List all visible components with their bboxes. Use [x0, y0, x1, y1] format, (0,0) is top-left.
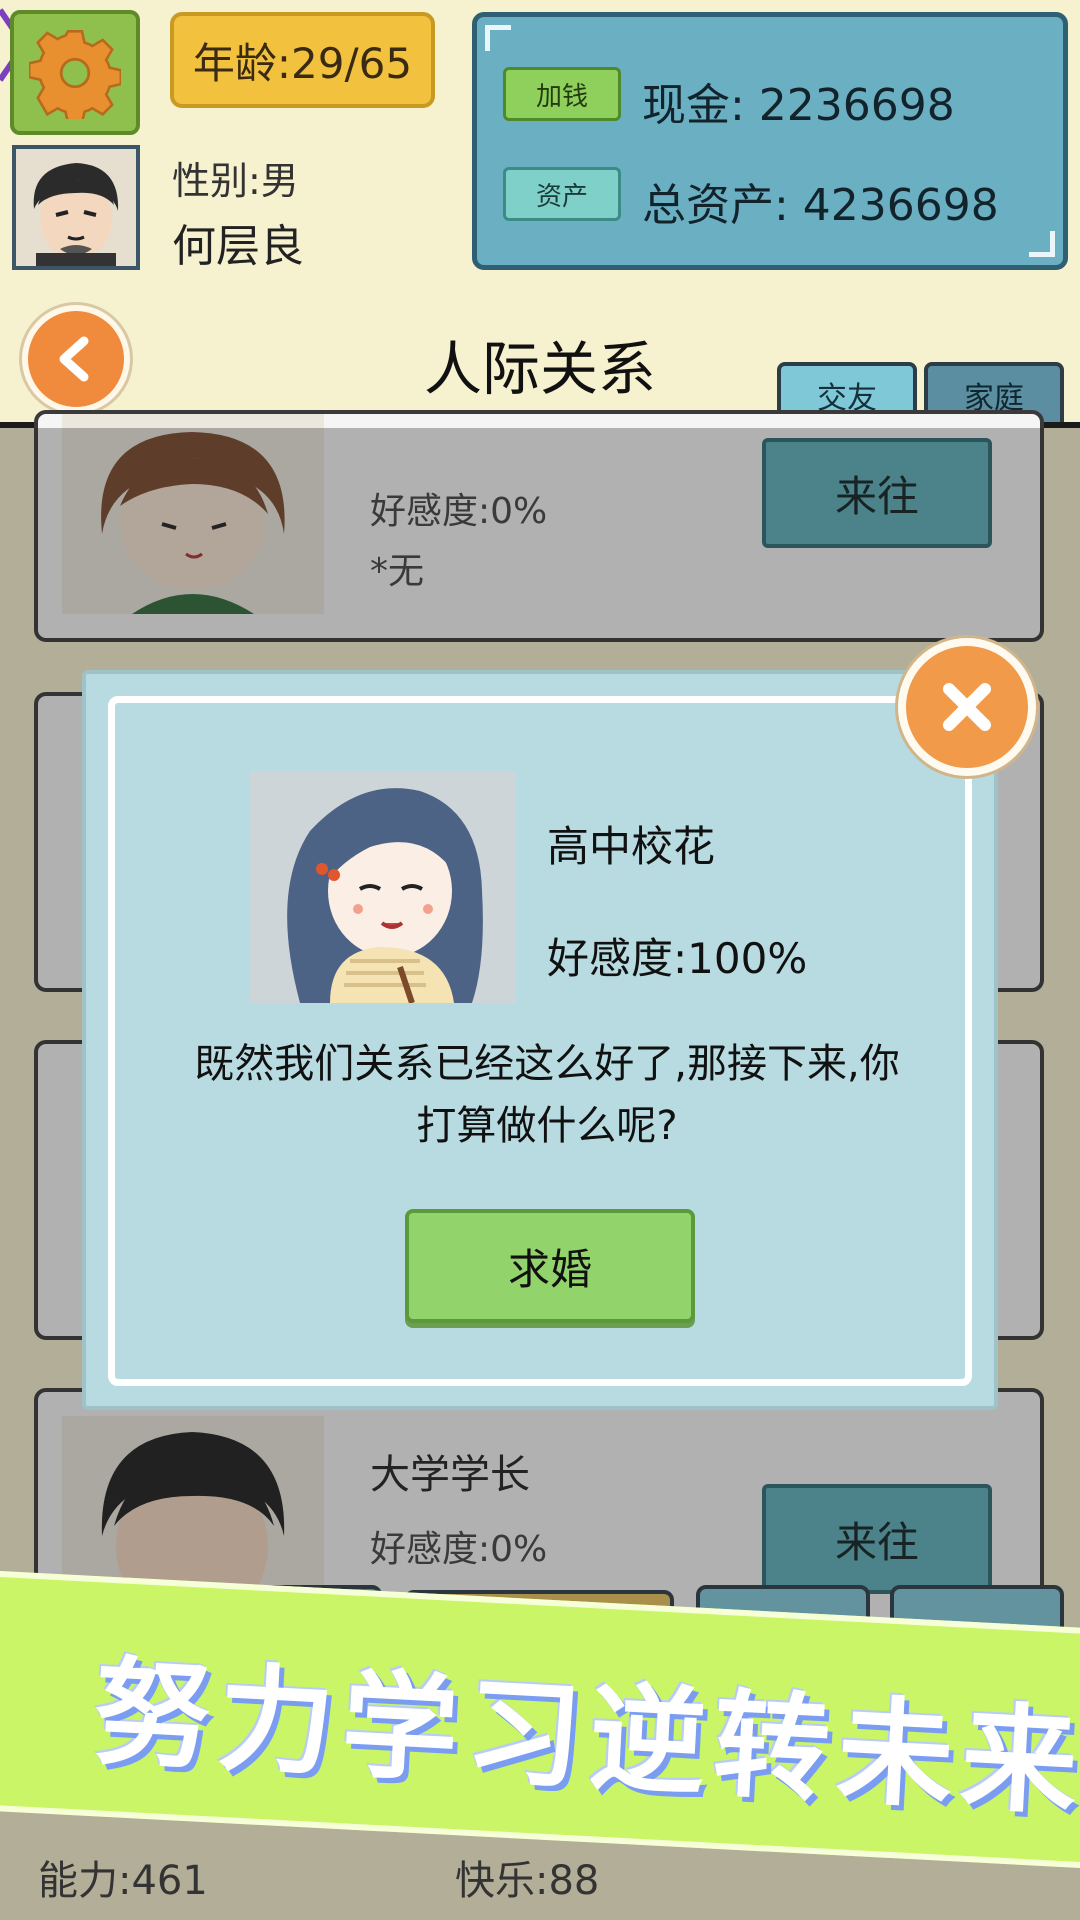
character-portrait [250, 771, 516, 1003]
page-title: 人际关系 [423, 335, 656, 403]
cash-value: 现金: 2236698 [642, 80, 955, 131]
gear-icon [29, 29, 121, 119]
add-money-button[interactable]: 加钱 [503, 67, 621, 121]
character-affinity: 好感度:100% [547, 934, 808, 983]
dialog-question: 既然我们关系已经这么好了,那接下来,你打算做什么呢? [194, 1041, 900, 1149]
gender-label: 性别:男 [172, 159, 299, 203]
close-icon [943, 683, 991, 731]
close-button[interactable] [898, 638, 1036, 776]
propose-button[interactable]: 求婚 [405, 1209, 695, 1323]
total-assets-value: 总资产: 4236698 [642, 180, 999, 231]
player-name: 何层良 [172, 221, 304, 272]
happiness-stat: 快乐:88 [455, 1858, 600, 1904]
settings-button[interactable] [10, 10, 140, 135]
age-display: 年龄:29/65 [170, 12, 435, 108]
player-avatar [12, 145, 140, 270]
assets-button[interactable]: 资产 [503, 167, 621, 221]
relationship-dialog: 高中校花 好感度:100% 既然我们关系已经这么好了,那接下来,你打算做什么呢?… [82, 670, 998, 1410]
money-panel: 加钱 现金: 2236698 资产 总资产: 4236698 [472, 12, 1068, 270]
dialog-frame: 高中校花 好感度:100% 既然我们关系已经这么好了,那接下来,你打算做什么呢?… [108, 696, 972, 1386]
character-name: 高中校花 [547, 822, 716, 871]
ability-stat: 能力:461 [38, 1858, 208, 1904]
